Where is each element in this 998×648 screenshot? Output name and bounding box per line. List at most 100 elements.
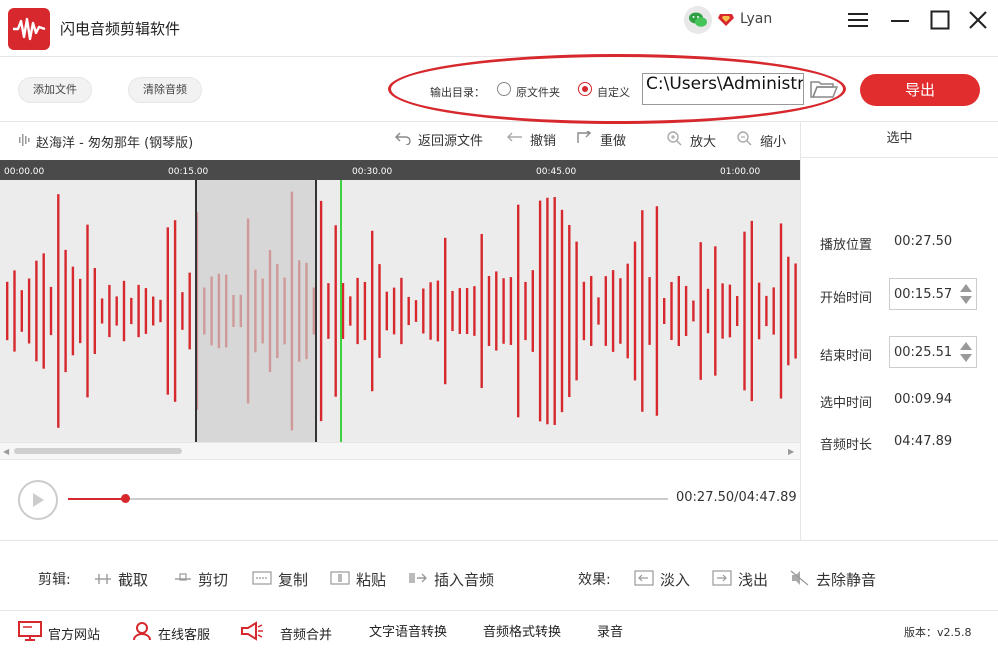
wechat-icon[interactable] [684, 6, 712, 34]
radio-custom-folder[interactable] [578, 82, 592, 96]
paste-label: 粘贴 [356, 569, 386, 590]
audio-merge-label: 音频合并 [280, 624, 332, 643]
play-button[interactable] [18, 480, 58, 520]
undo-button[interactable]: 撤销 [506, 130, 556, 149]
scroll-right-icon[interactable]: ▶ [788, 447, 794, 456]
tick-label: 01:00.00 [720, 167, 760, 177]
export-button[interactable]: 导出 [860, 74, 980, 106]
format-convert-link[interactable]: 音频格式转换 [483, 621, 561, 640]
tts-link[interactable]: 文字语音转换 [369, 621, 447, 640]
user-name[interactable]: Lyan [740, 11, 772, 27]
output-path-input[interactable]: C:\Users\Administr [642, 73, 804, 105]
waveform-bar [72, 267, 74, 356]
fade-out-button[interactable]: 浅出 [712, 569, 768, 590]
waveform-bar [481, 234, 483, 388]
start-time-up-icon[interactable] [960, 284, 972, 292]
edit-toolbar: 剪辑: 截取 剪切 复制 粘贴 插入音频 效果: 淡入 浅出 去除静音 [0, 540, 998, 610]
waveform-bar [714, 246, 716, 375]
waveform-bar [86, 225, 88, 398]
minimize-icon[interactable] [888, 8, 912, 32]
crop-button[interactable]: 截取 [94, 569, 148, 590]
cut-label: 剪切 [198, 569, 228, 590]
waveform-bar [634, 242, 636, 381]
selected-duration-label: 选中时间 [820, 392, 872, 411]
revert-button[interactable]: 返回源文件 [394, 130, 483, 149]
zoom-in-icon [666, 130, 684, 150]
waveform-bar [386, 292, 388, 331]
waveform-bar [408, 297, 410, 325]
app-title: 闪电音频剪辑软件 [60, 18, 180, 39]
waveform-bar [787, 257, 789, 366]
radio-original-folder[interactable] [497, 82, 511, 96]
progress-knob[interactable] [121, 494, 130, 503]
fade-out-label: 浅出 [738, 569, 768, 590]
record-link[interactable]: 录音 [597, 621, 623, 640]
zoom-out-button[interactable]: 缩小 [736, 130, 786, 150]
tick-label: 00:15.00 [168, 167, 208, 177]
cut-button[interactable]: 剪切 [174, 569, 228, 590]
scrollbar-thumb[interactable] [14, 448, 182, 454]
end-time-up-icon[interactable] [960, 342, 972, 350]
menu-icon[interactable] [846, 8, 870, 32]
effects-group-label: 效果: [578, 569, 611, 589]
waveform-bar [189, 273, 191, 350]
fade-in-button[interactable]: 淡入 [634, 569, 690, 590]
end-time-down-icon[interactable] [960, 354, 972, 362]
waveform-bar [568, 225, 570, 397]
clear-audio-button[interactable]: 清除音频 [128, 77, 202, 103]
redo-button[interactable]: 重做 [576, 130, 626, 149]
waveform-bar [130, 298, 132, 324]
audio-merge-link[interactable]: 音频合并 [240, 621, 332, 645]
waveform-bar [692, 301, 694, 322]
scroll-left-icon[interactable]: ◀ [3, 447, 9, 456]
radio-original-folder-label[interactable]: 原文件夹 [516, 84, 560, 100]
waveform-bar [605, 276, 607, 346]
waveform-bar [721, 283, 723, 338]
waveform-icon [18, 133, 32, 151]
copy-icon [252, 571, 272, 589]
paste-button[interactable]: 粘贴 [330, 569, 386, 590]
support-icon [132, 621, 152, 645]
selection-region[interactable] [195, 180, 317, 442]
radio-custom-folder-label[interactable]: 自定义 [597, 84, 630, 100]
start-time-label: 开始时间 [820, 287, 872, 306]
waveform-bar [627, 264, 629, 359]
zoom-in-button[interactable]: 放大 [666, 130, 716, 150]
waveform-bar [94, 268, 96, 354]
end-time-value[interactable]: 00:25.51 [894, 345, 952, 360]
copy-label: 复制 [278, 569, 308, 590]
zoom-out-icon [736, 130, 754, 150]
revert-icon [394, 131, 412, 149]
playhead[interactable] [340, 180, 342, 442]
start-time-down-icon[interactable] [960, 296, 972, 304]
waveform-bar [488, 276, 490, 346]
waveform-canvas[interactable] [0, 180, 800, 442]
remove-silence-button[interactable]: 去除静音 [790, 569, 876, 590]
waveform-bar [444, 238, 446, 384]
progress-track[interactable] [68, 498, 668, 500]
official-website-link[interactable]: 官方网站 [18, 621, 100, 645]
waveform-bar [108, 285, 110, 337]
start-time-stepper[interactable]: 00:15.57 [889, 278, 977, 310]
play-position-label: 播放位置 [820, 234, 872, 253]
online-support-link[interactable]: 在线客服 [132, 621, 210, 645]
copy-button[interactable]: 复制 [252, 569, 308, 590]
waveform-bar [466, 288, 468, 334]
close-icon[interactable] [966, 8, 990, 32]
add-file-button[interactable]: 添加文件 [18, 77, 92, 103]
insert-audio-button[interactable]: 插入音频 [408, 569, 494, 590]
horizontal-scrollbar[interactable]: ◀ ▶ [0, 442, 800, 460]
folder-open-icon[interactable] [810, 79, 838, 103]
end-time-stepper[interactable]: 00:25.51 [889, 336, 977, 368]
undo-icon [506, 131, 524, 149]
start-time-value[interactable]: 00:15.57 [894, 287, 952, 302]
waveform-bar [393, 288, 395, 335]
waveform-bar [532, 270, 534, 352]
waveform-bar [57, 194, 59, 428]
audio-duration-label: 音频时长 [820, 434, 872, 453]
time-ruler[interactable]: 00:00.00 00:15.00 00:30.00 00:45.00 01:0… [0, 160, 800, 180]
waveform-bar [590, 276, 592, 346]
waveform-bar [524, 282, 526, 340]
maximize-icon[interactable] [928, 8, 952, 32]
waveform-bar [656, 206, 658, 416]
